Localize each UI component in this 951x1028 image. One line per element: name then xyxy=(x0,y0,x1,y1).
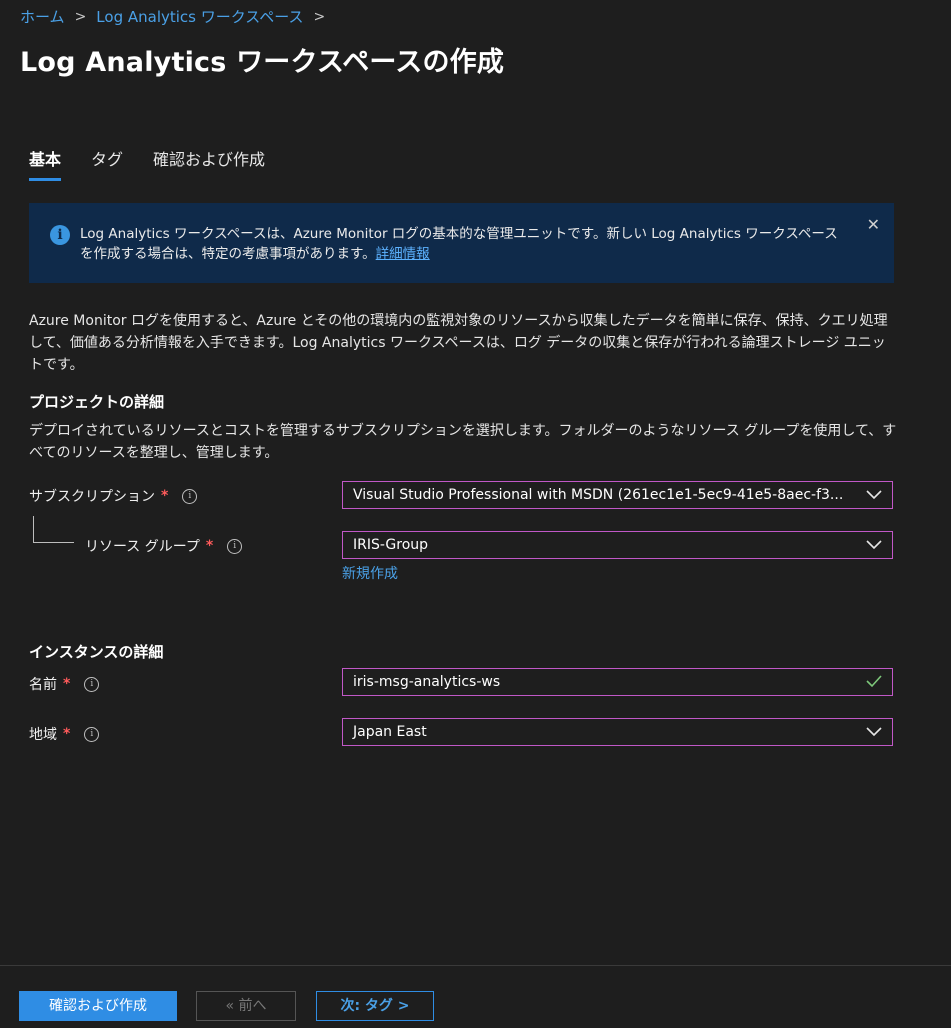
info-icon[interactable]: i xyxy=(84,726,100,742)
info-icon: i xyxy=(50,225,70,245)
chevron-right-icon: > xyxy=(313,8,326,25)
learn-more-link[interactable]: 詳細情報 xyxy=(376,246,430,262)
info-icon[interactable]: i xyxy=(182,488,198,504)
resource-group-value: IRIS-Group xyxy=(353,537,429,553)
project-details-heading: プロジェクトの詳細 xyxy=(29,393,165,411)
page-description: Azure Monitor ログを使用すると、Azure とその他の環境内の監視… xyxy=(29,313,888,373)
subscription-label: サブスクリプション * i xyxy=(29,486,198,506)
subscription-dropdown[interactable]: Visual Studio Professional with MSDN (26… xyxy=(342,481,893,509)
tab-basics[interactable]: 基本 xyxy=(29,146,62,181)
page-title: Log Analytics ワークスペースの作成 xyxy=(20,47,505,78)
tab-bar: 基本 タグ 確認および作成 xyxy=(29,146,265,181)
chevron-down-icon xyxy=(866,490,882,500)
breadcrumb: ホーム > Log Analytics ワークスペース > xyxy=(20,6,325,27)
chevron-down-icon xyxy=(866,727,882,737)
next-tags-button[interactable]: 次: タグ > xyxy=(316,991,434,1021)
checkmark-icon xyxy=(866,675,882,688)
resource-group-label: リソース グループ * i xyxy=(85,536,243,556)
region-label-text: 地域 xyxy=(29,727,57,743)
info-icon[interactable]: i xyxy=(227,538,243,554)
subscription-value: Visual Studio Professional with MSDN (26… xyxy=(353,487,844,503)
breadcrumb-home-link[interactable]: ホーム xyxy=(20,6,65,27)
name-label-text: 名前 xyxy=(29,677,57,693)
close-icon[interactable]: ✕ xyxy=(867,215,880,235)
region-value: Japan East xyxy=(353,724,427,740)
previous-button[interactable]: « 前へ xyxy=(196,991,296,1021)
breadcrumb-workspaces-link[interactable]: Log Analytics ワークスペース xyxy=(96,6,303,27)
region-dropdown[interactable]: Japan East xyxy=(342,718,893,746)
name-label: 名前 * i xyxy=(29,674,100,694)
tab-tags[interactable]: タグ xyxy=(91,146,123,181)
required-mark: * xyxy=(63,676,71,692)
chevron-right-icon: > xyxy=(74,8,87,25)
resource-group-label-text: リソース グループ xyxy=(85,539,200,555)
required-mark: * xyxy=(161,488,169,504)
resource-group-dropdown[interactable]: IRIS-Group xyxy=(342,531,893,559)
workspace-name-input[interactable]: iris-msg-analytics-ws xyxy=(342,668,893,696)
footer-divider xyxy=(0,965,951,966)
info-banner: i Log Analytics ワークスペースは、Azure Monitor ロ… xyxy=(29,203,894,283)
region-label: 地域 * i xyxy=(29,724,100,744)
create-new-resource-group-link[interactable]: 新規作成 xyxy=(342,563,398,583)
review-create-button[interactable]: 確認および作成 xyxy=(19,991,177,1021)
instance-details-heading: インスタンスの詳細 xyxy=(29,643,164,661)
banner-text: Log Analytics ワークスペースは、Azure Monitor ログの… xyxy=(80,226,838,262)
subscription-label-text: サブスクリプション xyxy=(29,489,155,505)
project-details-description: デプロイされているリソースとコストを管理するサブスクリプションを選択します。フォ… xyxy=(29,423,897,461)
chevron-down-icon xyxy=(866,540,882,550)
workspace-name-value: iris-msg-analytics-ws xyxy=(353,674,501,690)
tree-connector xyxy=(33,516,74,543)
required-mark: * xyxy=(63,726,71,742)
info-icon[interactable]: i xyxy=(84,676,100,692)
required-mark: * xyxy=(205,538,214,554)
tab-review-create[interactable]: 確認および作成 xyxy=(153,146,265,181)
more-options-icon[interactable]: ... xyxy=(483,44,503,65)
